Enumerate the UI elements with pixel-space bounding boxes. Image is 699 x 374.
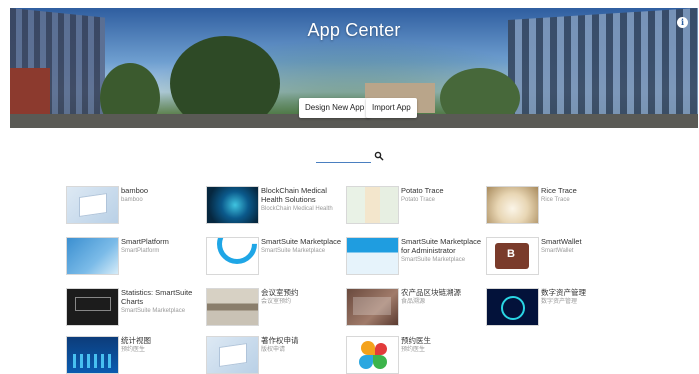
app-thumbnail <box>206 237 259 275</box>
app-card-digital-asset[interactable]: 数字资产管理 数字资产管理 <box>486 288 624 326</box>
app-thumbnail <box>346 237 399 275</box>
app-subtitle: Rice Trace <box>541 196 570 203</box>
app-thumbnail <box>486 237 539 275</box>
app-title: 预约医生 <box>401 336 431 345</box>
app-card-farm-trace[interactable]: 农产品区块链溯源 食品溯源 <box>346 288 484 326</box>
page-title: App Center <box>307 20 401 40</box>
app-title: 著作权申请 <box>261 336 299 345</box>
import-app-button[interactable]: Import App <box>366 98 417 118</box>
app-title: Rice Trace <box>541 186 577 195</box>
app-subtitle: 预约医生 <box>401 346 426 353</box>
search-bar <box>316 150 384 164</box>
app-title: 统计视图 <box>121 336 151 345</box>
app-thumbnail <box>66 336 119 374</box>
app-card-smartsuite-marketplace[interactable]: SmartSuite Marketplace SmartSuite Marketp… <box>206 237 344 275</box>
app-subtitle: bamboo <box>121 196 143 203</box>
app-subtitle: 数字资产管理 <box>541 298 578 305</box>
app-title: bamboo <box>121 186 149 195</box>
app-card-stats-view[interactable]: 统计视图 预约医生 <box>66 336 204 374</box>
app-card-smartwallet[interactable]: SmartWalletSmartWallet <box>486 237 624 275</box>
app-thumbnail <box>66 288 119 326</box>
app-title: BlockChain Medical Health Solutions <box>261 186 327 204</box>
app-card-meeting-room[interactable]: 会议室预约 会议室预约 <box>206 288 344 326</box>
app-card-potato-trace[interactable]: Potato Trace Potato Trace <box>346 186 484 224</box>
app-card-statistics-charts[interactable]: Statistics: SmartSuite Charts SmartSuite … <box>66 288 204 326</box>
app-title: Potato Trace <box>401 186 444 195</box>
app-card-bamboo[interactable]: bamboo bamboo <box>66 186 204 224</box>
app-title: SmartWallet <box>541 237 582 246</box>
app-subtitle: SmartSuite Marketplace <box>121 307 186 314</box>
app-subtitle: 会议室预约 <box>261 298 292 305</box>
app-title: SmartSuite Marketplace <box>261 237 342 246</box>
app-thumbnail <box>66 237 119 275</box>
app-subtitle: SmartSuite Marketplace <box>401 256 466 263</box>
app-title: 会议室预约 <box>261 288 299 297</box>
app-title: Statistics: SmartSuite Charts <box>121 288 193 306</box>
app-thumbnail <box>346 288 399 326</box>
app-title: SmartSuite Marketplace for Administrator <box>401 237 482 255</box>
app-title: 农产品区块链溯源 <box>401 288 461 297</box>
app-title: SmartPlatform <box>121 237 169 246</box>
search-icon[interactable] <box>374 151 384 161</box>
app-subtitle: SmartSuite Marketplace <box>261 247 326 254</box>
app-thumbnail <box>346 186 399 224</box>
app-card-doctor-appointment[interactable]: 预约医生 预约医生 <box>346 336 484 374</box>
app-subtitle: Potato Trace <box>401 196 436 203</box>
app-card-rice-trace[interactable]: Rice Trace Rice Trace <box>486 186 624 224</box>
app-thumbnail <box>486 288 539 326</box>
app-card-smartplatform[interactable]: SmartPlatform SmartPlatform <box>66 237 204 275</box>
app-center-banner: App Center Design New App Import App i <box>10 8 698 128</box>
app-card-copyright[interactable]: 著作权申请 版权申请 <box>206 336 344 374</box>
app-thumbnail <box>206 288 259 326</box>
app-subtitle: 版权申请 <box>261 346 286 353</box>
app-card-blockchain-medical[interactable]: BlockChain Medical Health Solutions Block… <box>206 186 344 224</box>
search-input[interactable] <box>316 150 371 163</box>
design-new-app-button[interactable]: Design New App <box>299 98 371 118</box>
app-subtitle: BlockChain Medical Health <box>261 205 333 212</box>
app-thumbnail <box>66 186 119 224</box>
info-icon[interactable]: i <box>677 17 688 28</box>
app-subtitle: 食品溯源 <box>401 298 426 305</box>
app-thumbnail <box>486 186 539 224</box>
app-thumbnail <box>206 186 259 224</box>
app-subtitle: SmartWallet <box>541 247 574 254</box>
app-thumbnail <box>206 336 259 374</box>
app-subtitle: SmartPlatform <box>121 247 160 254</box>
app-title: 数字资产管理 <box>541 288 586 297</box>
app-card-smartsuite-marketplace-admin[interactable]: SmartSuite Marketplace for Administrator… <box>346 237 484 275</box>
app-subtitle: 预约医生 <box>121 346 146 353</box>
app-thumbnail <box>346 336 399 374</box>
